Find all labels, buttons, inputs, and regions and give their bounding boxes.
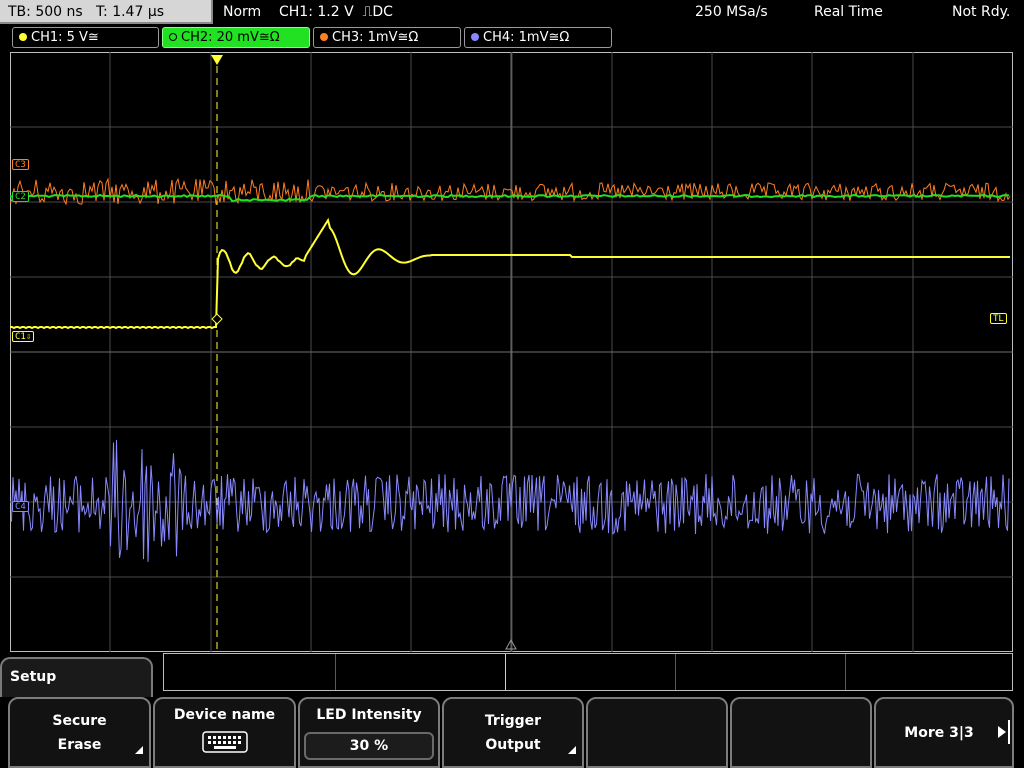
- trigger-position-icon: [211, 55, 223, 65]
- status-bar: TB: 500 ns T: 1.47 µs Norm CH1: 1.2 V ⎍D…: [0, 0, 1024, 26]
- next-page-icon: [998, 726, 1006, 738]
- waveform-svg: [10, 52, 1013, 652]
- trigger-point-icon: [211, 313, 223, 325]
- ch4-label: CH4: 1mV≅Ω: [483, 30, 570, 45]
- trigger-source: CH1: 1.2 V ⎍DC: [279, 4, 393, 20]
- more-button[interactable]: More 3|3: [874, 697, 1014, 768]
- ch3-color-dot: [320, 33, 328, 41]
- tab-ch4[interactable]: CH4: 1mV≅Ω: [464, 27, 612, 48]
- acquisition-mode: Real Time: [814, 4, 883, 20]
- submenu-indicator-icon: [568, 746, 576, 754]
- center-axes: [10, 52, 1013, 652]
- ch4-marker[interactable]: C4: [12, 501, 29, 512]
- ch4-trace: [10, 440, 1010, 562]
- sample-rate: 250 MSa/s: [695, 4, 768, 20]
- ch2-label: CH2: 20 mV≅Ω: [181, 30, 280, 45]
- trigger-mode: Norm: [223, 4, 262, 20]
- trigger-level-marker[interactable]: TL: [990, 313, 1007, 324]
- secure-erase-button[interactable]: Secure Erase: [8, 697, 151, 768]
- softkey-label: LED Intensity: [316, 707, 422, 723]
- led-intensity-button[interactable]: LED Intensity 30 %: [298, 697, 440, 768]
- tab-ch3[interactable]: CH3: 1mV≅Ω: [313, 27, 461, 48]
- submenu-indicator-icon: [135, 746, 143, 754]
- ch4-color-dot: [471, 33, 479, 41]
- tab-ch2[interactable]: CH2: 20 mV≅Ω: [162, 27, 310, 48]
- strip-divider: [335, 654, 336, 690]
- tab-ch1[interactable]: CH1: 5 V≅: [12, 27, 159, 48]
- keyboard-icon: [201, 731, 248, 753]
- ch3-marker[interactable]: C3: [12, 159, 29, 170]
- softkey-label: Secure: [52, 713, 107, 729]
- zoom-strip: [163, 653, 1013, 691]
- softkey-label: Erase: [57, 737, 102, 753]
- timebase-readout[interactable]: TB: 500 ns T: 1.47 µs: [0, 0, 213, 24]
- strip-divider: [845, 654, 846, 690]
- trigger-output-button[interactable]: Trigger Output: [442, 697, 584, 768]
- ch1-color-dot: [19, 33, 27, 41]
- ch3-label: CH3: 1mV≅Ω: [332, 30, 419, 45]
- led-intensity-value: 30 %: [304, 732, 434, 760]
- strip-center: [505, 654, 506, 690]
- menu-title-setup: Setup: [0, 657, 153, 697]
- empty-softkey-6[interactable]: [730, 697, 872, 768]
- next-page-bar-icon: [1008, 720, 1010, 744]
- ch3-trace: [10, 177, 1011, 206]
- softkey-label: Trigger: [484, 713, 542, 729]
- softkey-label: Device name: [173, 707, 276, 723]
- ch1-label: CH1: 5 V≅: [31, 30, 99, 45]
- device-name-button[interactable]: Device name: [153, 697, 296, 768]
- softkey-label: More 3|3: [904, 725, 974, 741]
- ch2-color-dot: [169, 33, 177, 41]
- ch1-marker[interactable]: C1⇩: [12, 331, 35, 342]
- ch2-marker[interactable]: C2: [12, 191, 29, 202]
- strip-divider: [675, 654, 676, 690]
- softkey-label: Output: [485, 737, 541, 753]
- empty-softkey-5[interactable]: [586, 697, 728, 768]
- ch1-trace: [10, 217, 1010, 330]
- run-state: Not Rdy.: [952, 4, 1011, 20]
